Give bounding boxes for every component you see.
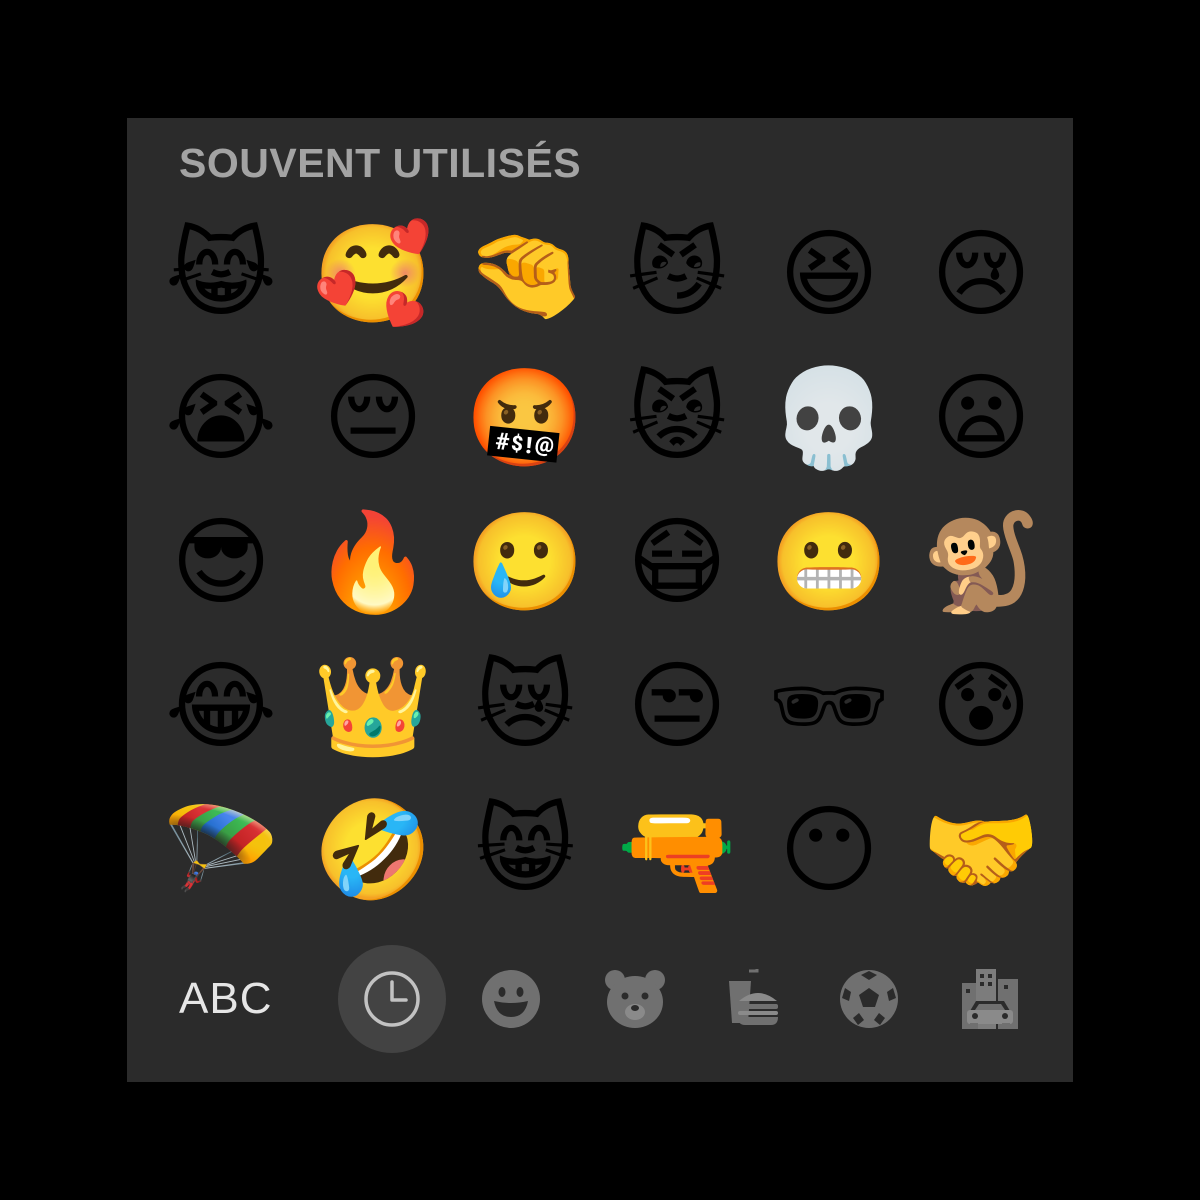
burger-drink-icon bbox=[729, 969, 778, 1025]
category-travel-button[interactable] bbox=[936, 945, 1044, 1053]
emoji-smiling-face-with-sunglasses[interactable]: 😎 bbox=[145, 490, 297, 634]
abc-keyboard-button[interactable]: ABC bbox=[179, 965, 272, 1033]
emoji-crying-face[interactable]: 😢 bbox=[905, 202, 1057, 346]
emoji-cat-wry-smile[interactable]: 😼 bbox=[601, 202, 753, 346]
bear-icon bbox=[605, 970, 665, 1028]
emoji-pinching-hand[interactable]: 🤏 bbox=[449, 202, 601, 346]
emoji-grimacing-face[interactable]: 😬 bbox=[753, 490, 905, 634]
emoji-rolling-on-the-floor-laughing[interactable]: 🤣 bbox=[297, 778, 449, 922]
emoji-crying-cat[interactable]: 😿 bbox=[449, 634, 601, 778]
emoji-water-pistol[interactable]: 🔫 bbox=[601, 778, 753, 922]
category-animals-button[interactable] bbox=[581, 945, 689, 1053]
soccer-ball-icon bbox=[840, 970, 898, 1028]
clock-icon bbox=[364, 971, 420, 1027]
emoji-skull[interactable]: 💀 bbox=[753, 346, 905, 490]
emoji-face-with-symbols-on-mouth[interactable]: 🤬 bbox=[449, 346, 601, 490]
emoji-handshake[interactable]: 🤝 bbox=[905, 778, 1057, 922]
category-bar: ABC bbox=[127, 943, 1073, 1055]
section-title: SOUVENT UTILISÉS bbox=[179, 140, 582, 186]
emoji-face-with-medical-mask[interactable]: 😷 bbox=[601, 490, 753, 634]
emoji-frowning-open-mouth-face[interactable]: 😦 bbox=[905, 346, 1057, 490]
emoji-pensive-face[interactable]: 😔 bbox=[297, 346, 449, 490]
emoji-face-with-tears-of-joy[interactable]: 😂 bbox=[145, 634, 297, 778]
building-car-icon bbox=[962, 969, 1018, 1029]
category-activity-button[interactable] bbox=[815, 945, 923, 1053]
emoji-grinning-cat[interactable]: 😸 bbox=[449, 778, 601, 922]
emoji-anxious-face-with-sweat[interactable]: 😰 bbox=[905, 634, 1057, 778]
category-smileys-button[interactable] bbox=[457, 945, 565, 1053]
emoji-pouting-cat[interactable]: 😾 bbox=[601, 346, 753, 490]
emoji-smiling-face-with-hearts[interactable]: 🥰 bbox=[297, 202, 449, 346]
emoji-cat-tears-of-joy[interactable]: 😹 bbox=[145, 202, 297, 346]
emoji-keyboard: SOUVENT UTILISÉS 😹 🥰 🤏 😼 😆 😢 😭 😔 🤬 😾 💀 😦 😎 🔥 🥲 😷 😬 🐒 😂 👑 😿 😒 🕶… bbox=[127, 118, 1073, 1082]
emoji-grinning-squinting-face[interactable]: 😆 bbox=[753, 202, 905, 346]
emoji-fire[interactable]: 🔥 bbox=[297, 490, 449, 634]
category-recent-button[interactable] bbox=[338, 945, 446, 1053]
emoji-monkey[interactable]: 🐒 bbox=[905, 490, 1057, 634]
emoji-unamused-face[interactable]: 😒 bbox=[601, 634, 753, 778]
emoji-grid: 😹 🥰 🤏 😼 😆 😢 😭 😔 🤬 😾 💀 😦 😎 🔥 🥲 😷 😬 🐒 😂 👑 😿 😒 🕶 😰 🪂 🤣 😸 🔫 😶 🤝 bbox=[145, 202, 1057, 922]
category-food-button[interactable] bbox=[697, 945, 805, 1053]
emoji-dark-sunglasses[interactable]: 🕶 bbox=[753, 634, 905, 778]
smiley-icon bbox=[482, 970, 540, 1028]
emoji-face-without-mouth[interactable]: 😶 bbox=[753, 778, 905, 922]
emoji-parachute[interactable]: 🪂 bbox=[145, 778, 297, 922]
emoji-crown[interactable]: 👑 bbox=[297, 634, 449, 778]
emoji-loudly-crying-face[interactable]: 😭 bbox=[145, 346, 297, 490]
emoji-face-holding-back-tears[interactable]: 🥲 bbox=[449, 490, 601, 634]
